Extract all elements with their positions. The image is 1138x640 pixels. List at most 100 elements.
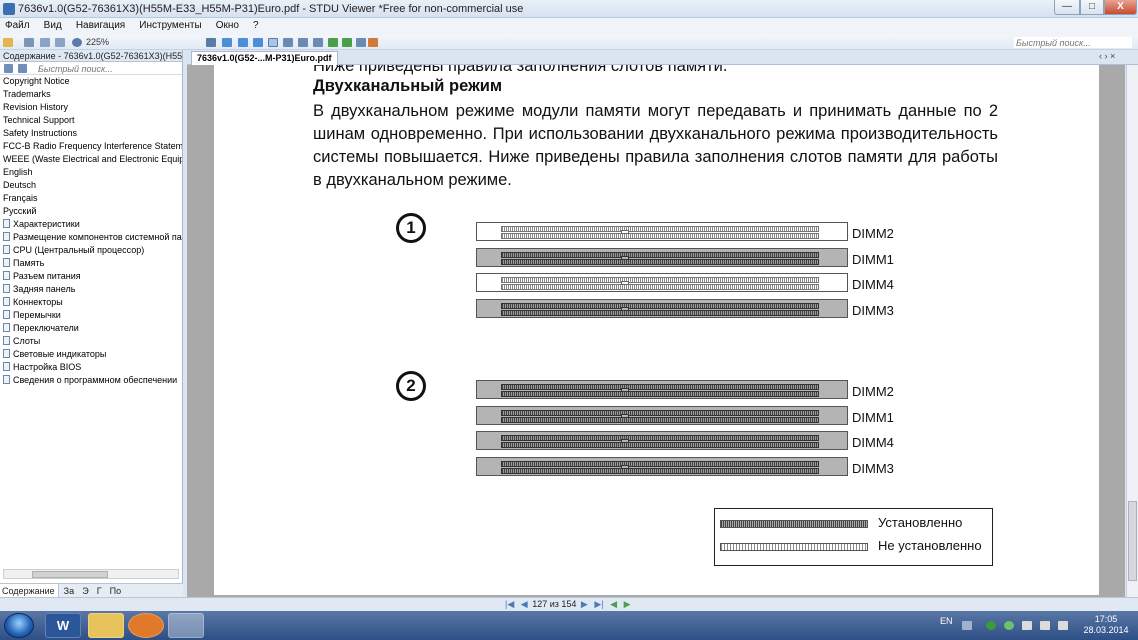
pan-icon[interactable] bbox=[206, 38, 216, 47]
contents-search-input[interactable] bbox=[38, 63, 178, 74]
tab-highlights[interactable]: Г bbox=[95, 584, 105, 597]
toc-item[interactable]: Français bbox=[0, 192, 182, 205]
expand-all-icon[interactable] bbox=[4, 64, 13, 73]
tray-flag-icon[interactable] bbox=[1040, 621, 1050, 630]
select-text-icon[interactable] bbox=[268, 38, 278, 47]
dimm-slot-pins bbox=[501, 302, 819, 309]
toc-item[interactable]: Сведения о программном обеспечении bbox=[0, 374, 182, 387]
scrollbar-thumb[interactable] bbox=[32, 571, 108, 578]
toc-item-label: Copyright Notice bbox=[3, 76, 70, 86]
toc-item[interactable]: Слоты bbox=[0, 335, 182, 348]
toc-item[interactable]: WEEE (Waste Electrical and Electronic Eq… bbox=[0, 153, 182, 166]
next-page-icon[interactable]: ▶ bbox=[581, 599, 588, 609]
document-viewport[interactable]: Ниже приведены правила заполнения слотов… bbox=[187, 65, 1125, 597]
toc-item[interactable]: Deutsch bbox=[0, 179, 182, 192]
collapse-all-icon[interactable] bbox=[18, 64, 27, 73]
toc-item[interactable]: Trademarks bbox=[0, 88, 182, 101]
history-back-icon[interactable]: ◀ bbox=[610, 599, 617, 609]
fit-width-icon[interactable] bbox=[222, 38, 232, 47]
menu-window[interactable]: Окно bbox=[211, 18, 245, 31]
toc-item[interactable]: CPU (Центральный процессор) bbox=[0, 244, 182, 257]
clock[interactable]: 17:05 28.03.2014 bbox=[1078, 614, 1134, 636]
actual-size-icon[interactable] bbox=[253, 38, 263, 47]
dimm-slot-pins bbox=[501, 460, 819, 467]
tray-monitor-icon[interactable] bbox=[1022, 621, 1032, 630]
stdu-viewer-taskbar-icon[interactable] bbox=[168, 613, 204, 638]
zoom-out-icon[interactable] bbox=[72, 38, 82, 47]
tray-app-icon[interactable] bbox=[1004, 621, 1014, 630]
document-tab[interactable]: 7636v1.0(G52-...M-P31)Euro.pdf bbox=[191, 51, 338, 65]
toc-item[interactable]: Переключатели bbox=[0, 322, 182, 335]
toc-item[interactable]: Safety Instructions bbox=[0, 127, 182, 140]
language-indicator[interactable]: EN bbox=[940, 616, 953, 626]
dimm-slot bbox=[476, 222, 848, 241]
dimm-slot-pins bbox=[501, 435, 819, 441]
explorer-taskbar-icon[interactable] bbox=[88, 613, 124, 638]
section-paragraph: В двухканальном режиме модули памяти мог… bbox=[313, 102, 998, 189]
toc-item[interactable]: Разъем питания bbox=[0, 270, 182, 283]
firefox-taskbar-icon[interactable] bbox=[128, 613, 164, 638]
toc-item[interactable]: Коннекторы bbox=[0, 296, 182, 309]
continuous-icon[interactable] bbox=[313, 38, 323, 47]
document-icon bbox=[3, 349, 10, 358]
toc-item[interactable]: Technical Support bbox=[0, 114, 182, 127]
scrollbar-thumb[interactable] bbox=[1128, 501, 1137, 581]
back-icon[interactable] bbox=[328, 38, 338, 47]
tab-controls[interactable]: ‹ › × bbox=[1099, 51, 1115, 61]
pages-icon[interactable] bbox=[55, 38, 65, 47]
print-icon[interactable] bbox=[24, 38, 34, 47]
first-page-icon[interactable]: |◀ bbox=[505, 599, 514, 609]
app-icon bbox=[3, 3, 15, 15]
dimm-slot-key bbox=[621, 388, 629, 392]
menu-tools[interactable]: Инструменты bbox=[134, 18, 207, 31]
maximize-button[interactable]: □ bbox=[1080, 0, 1104, 15]
document-vertical-scrollbar[interactable] bbox=[1126, 65, 1138, 597]
dimm-slot-pins bbox=[501, 442, 819, 448]
config-2-number: 2 bbox=[396, 371, 426, 401]
forward-icon[interactable] bbox=[342, 38, 352, 47]
menu-help[interactable]: ? bbox=[248, 18, 265, 31]
toc-item[interactable]: English bbox=[0, 166, 182, 179]
minimize-button[interactable]: — bbox=[1054, 0, 1080, 15]
two-pages-icon[interactable] bbox=[298, 38, 308, 47]
menu-file[interactable]: Файл bbox=[0, 18, 36, 31]
tab-thumbnails[interactable]: Э bbox=[80, 584, 91, 597]
close-button[interactable]: X bbox=[1104, 0, 1137, 15]
dimm-slot-pins bbox=[501, 409, 819, 416]
page-icon[interactable] bbox=[40, 38, 50, 47]
toc-item[interactable]: Revision History bbox=[0, 101, 182, 114]
toc-item[interactable]: FCC-B Radio Frequency Interference State… bbox=[0, 140, 182, 153]
thumbnails-icon[interactable] bbox=[283, 38, 293, 47]
toc-item[interactable]: Русский bbox=[0, 205, 182, 218]
fit-page-icon[interactable] bbox=[238, 38, 248, 47]
toc-item[interactable]: Задняя панель bbox=[0, 283, 182, 296]
tray-network-icon[interactable] bbox=[986, 621, 996, 630]
rotate-icon[interactable] bbox=[356, 38, 366, 47]
history-forward-icon[interactable]: ▶ bbox=[624, 599, 631, 609]
toc-item[interactable]: Память bbox=[0, 257, 182, 270]
zoom-level[interactable]: 225% bbox=[86, 37, 109, 47]
toc-item[interactable]: Световые индикаторы bbox=[0, 348, 182, 361]
contents-horizontal-scrollbar[interactable] bbox=[3, 569, 179, 579]
last-page-icon[interactable]: ▶| bbox=[594, 599, 603, 609]
prev-page-icon[interactable]: ◀ bbox=[521, 599, 528, 609]
toc-item[interactable]: Перемычки bbox=[0, 309, 182, 322]
tray-volume-icon[interactable] bbox=[1058, 621, 1068, 630]
tray-up-arrow-icon[interactable] bbox=[962, 621, 972, 630]
start-button[interactable] bbox=[4, 613, 34, 638]
word-taskbar-icon[interactable]: W bbox=[45, 613, 81, 638]
menu-navigation[interactable]: Навигация bbox=[71, 18, 131, 31]
quick-search-input[interactable] bbox=[1014, 37, 1132, 48]
tab-contents[interactable]: Содержание bbox=[0, 584, 59, 597]
bookmark-icon[interactable] bbox=[368, 38, 378, 47]
tab-bookmarks[interactable]: За bbox=[62, 584, 77, 597]
tab-search[interactable]: По bbox=[108, 584, 124, 597]
toc-item[interactable]: Размещение компонентов системной па bbox=[0, 231, 182, 244]
clock-date: 28.03.2014 bbox=[1083, 625, 1129, 635]
toc-item[interactable]: Copyright Notice bbox=[0, 75, 182, 88]
menu-view[interactable]: Вид bbox=[39, 18, 68, 31]
toc-item[interactable]: Характеристики bbox=[0, 218, 182, 231]
toc-item[interactable]: Настройка BIOS bbox=[0, 361, 182, 374]
page-indicator[interactable]: 127 из 154 bbox=[532, 599, 576, 609]
open-folder-icon[interactable] bbox=[3, 38, 13, 47]
